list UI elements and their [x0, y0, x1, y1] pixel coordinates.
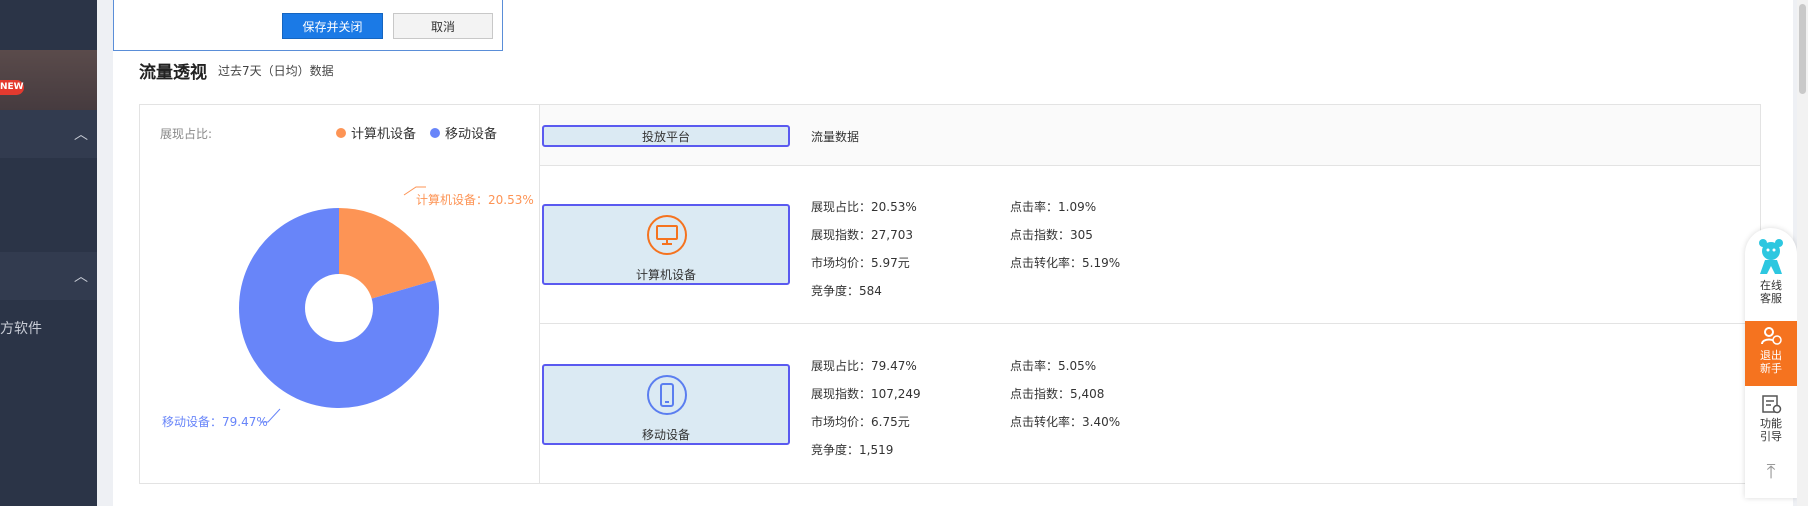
device-pie-chart: 计算机设备：20.53% 移动设备：79.47%	[162, 186, 534, 429]
sidebar-section-1[interactable]: ︿	[0, 110, 97, 158]
save-close-button[interactable]: 保存并关闭	[282, 13, 383, 39]
bear-mascot-icon	[1759, 239, 1783, 274]
phone-icon	[647, 375, 687, 415]
page-subtitle: 过去7天（日均）数据	[218, 64, 334, 78]
exit-guide-content: 退出 新手	[1745, 326, 1797, 375]
feature-guide-button[interactable]: 功能 引导	[1745, 394, 1797, 443]
stat-avg-price: 市场均价：6.75元	[811, 415, 910, 429]
page-title: 流量透视	[139, 63, 207, 83]
table-header: 投放平台 流量数据	[540, 105, 1760, 166]
pie-label-mobile: 移动设备：79.47%	[162, 415, 268, 429]
page-scrollbar[interactable]	[1797, 0, 1808, 506]
stat-competition: 竞争度：1,519	[811, 443, 894, 457]
chevron-up-icon[interactable]: ︿	[74, 124, 88, 144]
guide-line-2: 引导	[1760, 430, 1782, 443]
sidebar-item-software[interactable]: 方软件	[0, 318, 42, 338]
monitor-icon	[647, 215, 687, 255]
stat-click-index: 点击指数：5,408	[1010, 387, 1105, 401]
device-name: 移动设备	[641, 428, 690, 442]
service-line-1: 在线	[1760, 279, 1782, 292]
traffic-panel: 展现占比: 计算机设备 移动设备 计算机设备：20.53% 移动设备：79.47…	[139, 104, 1761, 484]
device-name: 计算机设备	[635, 268, 696, 282]
stat-impression-index: 展现指数：107,249	[811, 387, 921, 401]
stat-competition: 竞争度：584	[811, 284, 882, 298]
back-to-top-icon[interactable]: ⤒	[1745, 461, 1797, 481]
traffic-column-header: 流量数据	[811, 130, 860, 144]
guide-line-1: 功能	[1760, 417, 1782, 430]
device-card-mobile[interactable]: 移动设备	[542, 364, 790, 445]
sidebar-section-2[interactable]: ︿	[0, 252, 97, 300]
stat-impression-share: 展现占比：79.47%	[811, 359, 917, 373]
dialog-footer: 保存并关闭 取消	[113, 0, 503, 51]
exit-line-2: 新手	[1760, 362, 1782, 375]
exit-line-1: 退出	[1760, 349, 1782, 362]
cancel-button[interactable]: 取消	[393, 13, 493, 39]
stat-ctr: 点击率：1.09%	[1010, 200, 1097, 214]
floating-toolbar: 在线 客服 退出 新手 功能 引导 ⤒	[1745, 228, 1797, 498]
share-chart-pane: 展现占比: 计算机设备 移动设备 计算机设备：20.53% 移动设备：79.47…	[140, 105, 540, 483]
stat-click-index: 点击指数：305	[1010, 228, 1093, 242]
stat-avg-price: 市场均价：5.97元	[811, 256, 910, 270]
device-card-computer[interactable]: 计算机设备	[542, 204, 790, 285]
user-exit-icon	[1761, 327, 1782, 345]
pie-hole	[305, 274, 373, 342]
guide-icon	[1762, 395, 1782, 414]
online-service-button[interactable]: 在线 客服	[1745, 238, 1797, 305]
stat-impression-index: 展现指数：27,703	[811, 228, 913, 242]
stat-ctr: 点击率：5.05%	[1010, 359, 1097, 373]
platform-column-button[interactable]: 投放平台	[542, 125, 790, 147]
scrollbar-thumb[interactable]	[1799, 4, 1806, 94]
stat-conversion-rate: 点击转化率：5.19%	[1010, 256, 1121, 270]
pie-label-computer: 计算机设备：20.53%	[416, 192, 534, 207]
sidebar: NEW ︿ ︿ 方软件	[0, 0, 97, 506]
stat-conversion-rate: 点击转化率：3.40%	[1010, 415, 1121, 429]
chevron-up-icon[interactable]: ︿	[74, 266, 88, 286]
row-divider	[540, 323, 1760, 324]
service-line-2: 客服	[1760, 292, 1782, 305]
new-badge: NEW	[0, 80, 24, 95]
stat-impression-share: 展现占比：20.53%	[811, 200, 917, 214]
exit-guide-button[interactable]: 退出 新手	[1745, 321, 1797, 386]
